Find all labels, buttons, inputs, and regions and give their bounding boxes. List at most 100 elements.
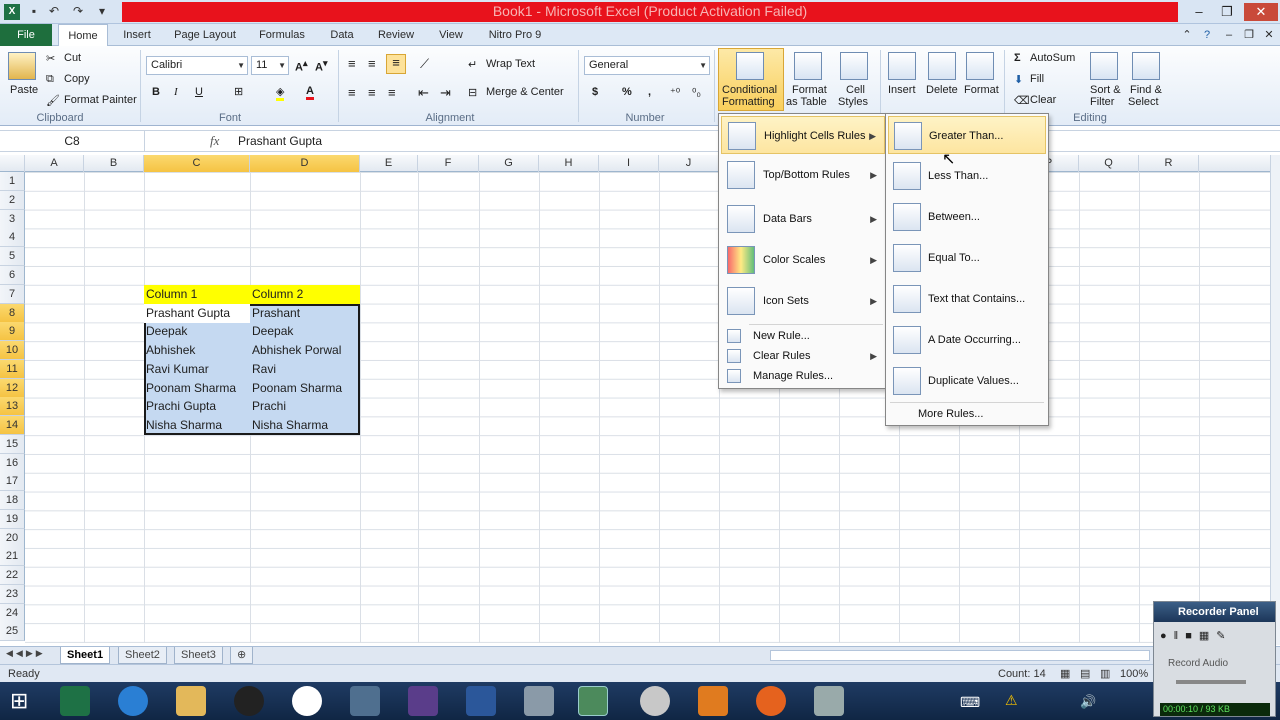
currency-button[interactable]: $ [592, 86, 598, 98]
submenu-text-contains[interactable]: Text that Contains... [888, 280, 1046, 318]
menu-icon-sets[interactable]: Icon Sets ▶ [721, 282, 885, 320]
table-cell[interactable]: Prachi [250, 397, 358, 416]
taskbar-firefox-icon[interactable] [756, 686, 786, 716]
row-header[interactable]: 6 [0, 266, 25, 285]
save-icon[interactable]: ▪ [26, 3, 42, 19]
insert-sheet-icon[interactable]: ⊕ [230, 647, 254, 664]
row-header[interactable]: 19 [0, 510, 25, 529]
align-center-icon[interactable]: ≡ [368, 85, 376, 100]
autosum-button[interactable]: AutoSum [1030, 52, 1075, 64]
row-header[interactable]: 5 [0, 247, 25, 266]
tab-home[interactable]: Home [58, 24, 108, 47]
zoom-level[interactable]: 100% [1120, 665, 1148, 683]
fill-color-icon[interactable]: ◈ [276, 85, 285, 101]
table-cell[interactable]: Abhishek [144, 341, 250, 360]
align-middle-icon[interactable]: ≡ [368, 56, 376, 71]
row-header[interactable]: 13 [0, 397, 25, 416]
row-header[interactable]: 24 [0, 604, 25, 623]
sheet-tab-sheet1[interactable]: Sheet1 [60, 647, 111, 664]
format-painter-button[interactable]: Format Painter [64, 94, 137, 106]
menu-new-rule[interactable]: New Rule... [721, 326, 885, 346]
column-header[interactable]: R [1139, 155, 1199, 172]
row-header[interactable]: 11 [0, 360, 25, 379]
wb-restore-icon[interactable]: ❐ [1242, 24, 1256, 46]
column-header[interactable]: Q [1079, 155, 1139, 172]
merge-center-button[interactable]: Merge & Center [486, 86, 564, 98]
minimize-icon[interactable]: – [1188, 3, 1210, 21]
wb-minimize-icon[interactable]: – [1222, 24, 1236, 46]
row-header[interactable]: 16 [0, 454, 25, 473]
close-icon[interactable]: ✕ [1244, 3, 1278, 21]
delete-button[interactable]: Delete [926, 84, 958, 96]
sheet-nav-icon[interactable]: ◀◀▶▶ [6, 648, 46, 659]
number-format-select[interactable]: General ▼ [584, 56, 710, 75]
cell-styles-label-1[interactable]: Cell [846, 84, 865, 96]
table-cell[interactable]: Deepak [144, 322, 250, 341]
sheet-tab-sheet3[interactable]: Sheet3 [174, 647, 223, 664]
font-name-select[interactable]: Calibri ▼ [146, 56, 248, 75]
row-header[interactable]: 9 [0, 322, 25, 341]
submenu-less-than[interactable]: Less Than... [888, 157, 1046, 195]
align-bottom-icon[interactable]: ≡ [386, 54, 406, 74]
windows-start-icon[interactable]: ⊞ [10, 689, 28, 713]
page-layout-view-icon[interactable]: ▤ [1080, 665, 1090, 683]
table-cell[interactable]: Abhishek Porwal [250, 341, 358, 360]
row-header[interactable]: 7 [0, 285, 25, 304]
italic-button[interactable]: I [174, 86, 178, 98]
page-break-view-icon[interactable]: ▥ [1100, 665, 1110, 683]
row-header[interactable]: 1 [0, 172, 25, 191]
format-as-table-label-2[interactable]: as Table [786, 96, 827, 108]
underline-button[interactable]: U [195, 86, 203, 98]
font-color-icon[interactable]: A [306, 85, 314, 100]
formula-input[interactable]: Prashant Gupta [238, 134, 322, 148]
tab-insert[interactable]: Insert [114, 24, 160, 46]
customize-qat-icon[interactable]: ▾ [94, 3, 110, 19]
fx-icon[interactable]: fx [210, 133, 219, 149]
column-header[interactable]: C [144, 155, 250, 172]
row-header[interactable]: 2 [0, 191, 25, 210]
find-select-label-1[interactable]: Find & [1130, 84, 1162, 96]
paste-button[interactable]: Paste [10, 84, 38, 96]
keyboard-tray-icon[interactable]: ⌨ [960, 694, 980, 711]
submenu-greater-than[interactable]: Greater Than... [888, 116, 1046, 154]
bold-button[interactable]: B [152, 86, 160, 98]
tab-file[interactable]: File [0, 24, 52, 46]
row-header[interactable]: 25 [0, 622, 25, 641]
row-header[interactable]: 10 [0, 341, 25, 360]
taskbar-word-icon[interactable] [466, 686, 496, 716]
tab-view[interactable]: View [430, 24, 472, 46]
row-header[interactable]: 23 [0, 585, 25, 604]
horizontal-scrollbar[interactable] [770, 650, 1150, 661]
font-size-select[interactable]: 11 ▼ [251, 56, 289, 75]
table-cell[interactable]: Poonam Sharma [250, 379, 358, 398]
sort-filter-label-2[interactable]: Filter [1090, 96, 1114, 108]
column-header[interactable]: J [659, 155, 719, 172]
format-as-table-label-1[interactable]: Format [792, 84, 827, 96]
table-cell[interactable]: Nisha Sharma [144, 416, 250, 435]
taskbar-explorer-icon[interactable] [176, 686, 206, 716]
align-right-icon[interactable]: ≡ [388, 85, 396, 100]
submenu-date-occurring[interactable]: A Date Occurring... [888, 321, 1046, 359]
submenu-more-rules[interactable]: More Rules... [888, 404, 1046, 424]
decrease-indent-icon[interactable]: ⇤ [418, 85, 429, 101]
record-audio-checkbox[interactable]: Record Audio [1168, 658, 1228, 669]
align-left-icon[interactable]: ≡ [348, 85, 356, 100]
help-icon[interactable]: ? [1200, 24, 1214, 46]
select-all-corner[interactable] [0, 155, 25, 172]
row-header[interactable]: 14 [0, 416, 25, 435]
header-cell[interactable]: Column 2 [250, 285, 360, 304]
menu-highlight-cells-rules[interactable]: Highlight Cells Rules ▶ [721, 116, 885, 154]
column-header[interactable]: H [539, 155, 599, 172]
format-button[interactable]: Format [964, 84, 999, 96]
sort-filter-label-1[interactable]: Sort & [1090, 84, 1121, 96]
column-header[interactable]: G [479, 155, 539, 172]
table-cell[interactable]: Ravi [250, 360, 358, 379]
volume-tray-icon[interactable]: 🔊 [1080, 694, 1096, 710]
table-cell[interactable]: Poonam Sharma [144, 379, 250, 398]
tab-page-layout[interactable]: Page Layout [168, 24, 242, 46]
fill-button[interactable]: Fill [1030, 73, 1044, 85]
submenu-equal-to[interactable]: Equal To... [888, 239, 1046, 277]
grow-font-icon[interactable]: A▴ [295, 58, 308, 74]
align-top-icon[interactable]: ≡ [348, 56, 356, 71]
increase-indent-icon[interactable]: ⇥ [440, 85, 451, 101]
